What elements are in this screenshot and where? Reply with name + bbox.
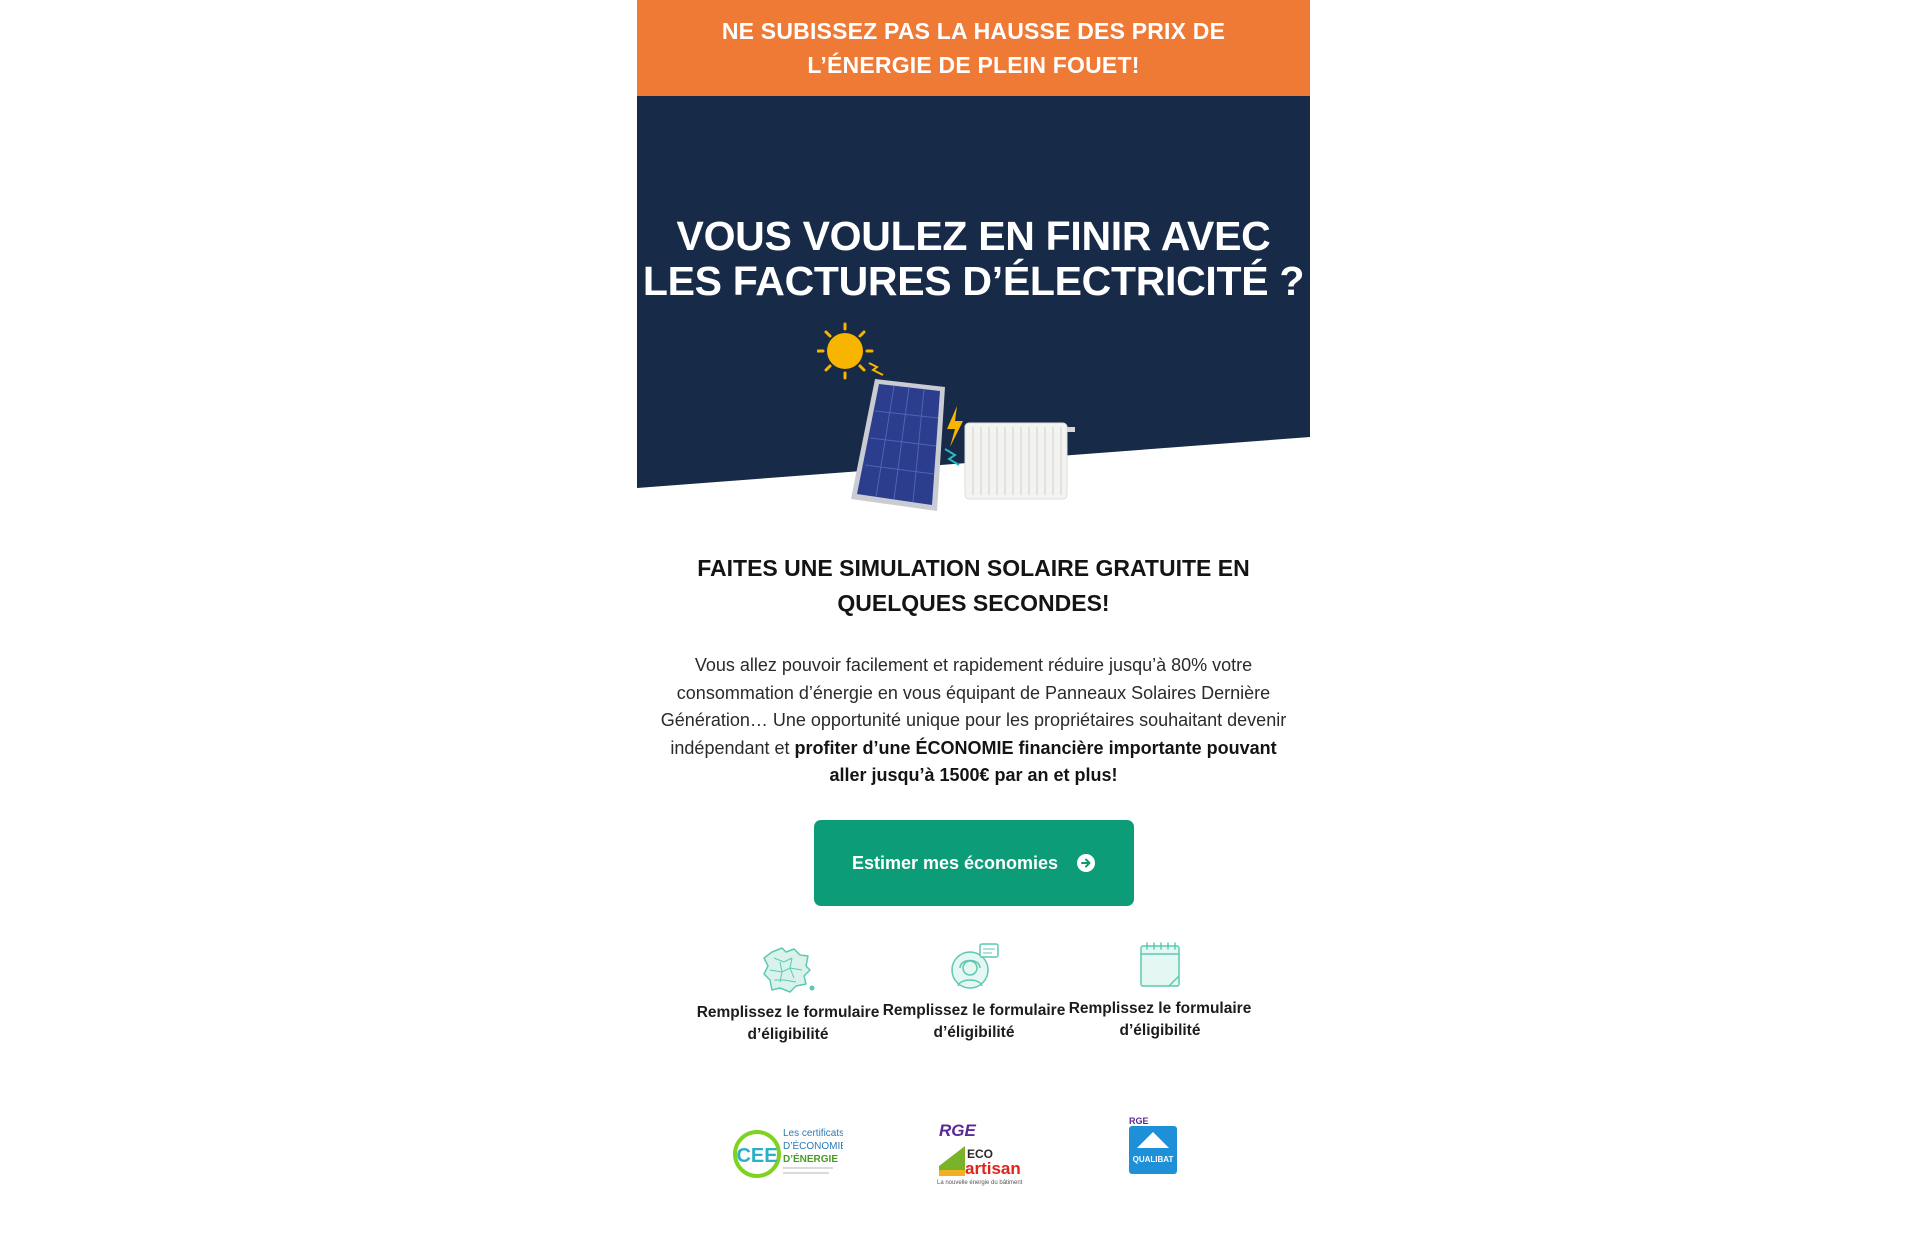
simulation-title: FAITES UNE SIMULATION SOLAIRE GRATUITE E…: [697, 555, 1250, 616]
feature-item: Remplissez le formulaire d’éligibilité: [688, 944, 888, 1046]
hero-section: VOUS VOULEZ EN FINIR AVEC LES FACTURES D…: [637, 96, 1310, 511]
arrow-right-circle-icon: [1077, 854, 1096, 872]
cee-logo: CEE Les certificats D’ÉCONOMIES D’ÉNERGI…: [733, 1128, 843, 1178]
svg-text:Les certificats: Les certificats: [783, 1128, 843, 1139]
feature-item: Remplissez le formulaire d’éligibilité: [874, 942, 1074, 1044]
hero-title: VOUS VOULEZ EN FINIR AVEC LES FACTURES D…: [642, 213, 1305, 304]
svg-text:QUALIBAT: QUALIBAT: [1133, 1155, 1174, 1164]
estimate-savings-button[interactable]: Estimer mes économies: [814, 820, 1134, 906]
sun-icon: [817, 322, 874, 380]
feature-label: Remplissez le formulaire d’éligibilité: [882, 1002, 1066, 1041]
banner-text: NE SUBISSEZ PAS LA HAUSSE DES PRIX DE L’…: [721, 18, 1226, 78]
description-bold: profiter d’une ÉCONOMIE financière impor…: [794, 737, 1277, 786]
svg-text:RGE: RGE: [1129, 1116, 1149, 1126]
solar-panel-radiator-illustration: [817, 322, 1075, 511]
feature-label: Remplissez le formulaire d’éligibilité: [696, 1004, 880, 1043]
feature-label: Remplissez le formulaire d’éligibilité: [1068, 1000, 1252, 1039]
radiator-icon: [964, 422, 1075, 500]
simulation-description: Vous allez pouvoir facilement et rapidem…: [651, 652, 1296, 790]
landing-page: NE SUBISSEZ PAS LA HAUSSE DES PRIX DE L’…: [637, 0, 1310, 1234]
solar-panel-icon: [851, 379, 945, 511]
calendar-icon: [1140, 942, 1180, 987]
estimate-savings-label: Estimer mes économies: [851, 852, 1059, 873]
svg-text:RGE: RGE: [939, 1121, 977, 1140]
feature-item: Remplissez le formulaire d’éligibilité: [1060, 940, 1260, 1042]
rge-eco-artisan-logo: RGE ECO artisan La nouvelle énergie du b…: [937, 1121, 1023, 1186]
svg-text:La nouvelle énergie du bâtimen: La nouvelle énergie du bâtiment: [937, 1180, 1023, 1186]
svg-text:artisan: artisan: [965, 1159, 1021, 1178]
france-map-icon: [763, 947, 815, 993]
qualibat-logo: RGE QUALIBAT: [1129, 1116, 1177, 1174]
support-agent-icon: [951, 943, 999, 989]
svg-text:D’ÉNERGIE: D’ÉNERGIE: [783, 1152, 838, 1165]
svg-text:D’ÉCONOMIES: D’ÉCONOMIES: [783, 1139, 843, 1152]
svg-text:CEE: CEE: [736, 1145, 777, 1167]
top-banner: NE SUBISSEZ PAS LA HAUSSE DES PRIX DE L’…: [637, 0, 1310, 96]
